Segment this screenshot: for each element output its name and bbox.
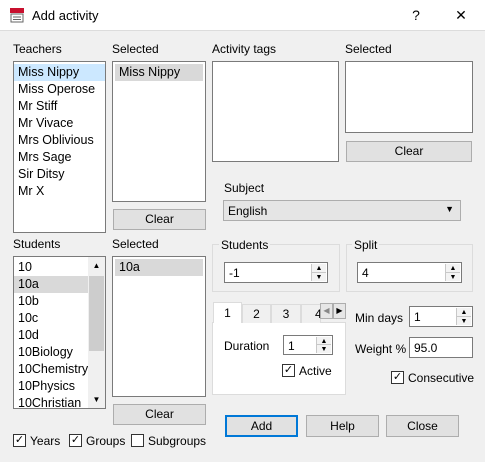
spin-up-icon[interactable]: ▲ <box>317 337 331 345</box>
teacher-list-item[interactable]: Mr Vivace <box>14 115 105 132</box>
student-list-item[interactable]: 10Chemistry <box>14 361 88 378</box>
weight-label: Weight % <box>355 342 407 356</box>
subgroups-label: Subgroups <box>148 434 207 448</box>
chevron-down-icon: ▼ <box>445 204 454 214</box>
split-value: 4 <box>362 266 369 280</box>
duration-label: Duration <box>224 339 270 353</box>
tab-4[interactable]: 4 <box>301 304 321 323</box>
years-label: Years <box>30 434 61 448</box>
help-title-button[interactable]: ? <box>396 0 436 30</box>
split-label: Split <box>352 238 380 252</box>
teacher-list-item[interactable]: Miss Nippy <box>14 64 105 81</box>
add-button[interactable]: Add <box>225 415 298 437</box>
active-label: Active <box>299 364 332 378</box>
tab-1[interactable]: 1 <box>213 302 242 323</box>
teachers-selected-label: Selected <box>112 42 159 56</box>
split-spinbox[interactable]: 4 ▲ ▼ <box>357 262 462 283</box>
teachers-list[interactable]: Miss Nippy Miss Operose Mr Stiff Mr Vivace M… <box>13 61 106 233</box>
close-window-button[interactable]: ✕ <box>441 0 481 30</box>
scroll-thumb[interactable] <box>89 276 104 351</box>
window-title: Add activity <box>32 8 99 23</box>
subgroups-checkbox[interactable] <box>131 434 144 447</box>
student-list-item[interactable]: 10Biology <box>14 344 88 361</box>
duration-spinbox[interactable]: 1 ▲ ▼ <box>283 335 333 355</box>
students-selected-label: Selected <box>112 237 159 251</box>
activity-tags-selected-label: Selected <box>345 42 392 56</box>
teacher-list-item[interactable]: Mrs Oblivious <box>14 132 105 149</box>
spin-down-icon[interactable]: ▼ <box>457 316 471 325</box>
tab-scroll-left-icon[interactable]: ◀ <box>320 303 333 319</box>
spin-down-icon[interactable]: ▼ <box>312 272 326 281</box>
min-days-spinbox[interactable]: 1 ▲ ▼ <box>409 306 473 327</box>
teachers-clear-button[interactable]: Clear <box>113 209 206 230</box>
students-count-label: Students <box>219 238 271 252</box>
consecutive-label: Consecutive <box>408 371 475 385</box>
teacher-list-item[interactable]: Mr X <box>14 183 105 200</box>
app-icon <box>9 7 25 23</box>
student-list-item[interactable]: 10c <box>14 310 88 327</box>
selected-teacher-item[interactable]: Miss Nippy <box>115 64 203 81</box>
student-list-item[interactable]: 10a <box>14 276 88 293</box>
spin-down-icon[interactable]: ▼ <box>446 272 460 281</box>
min-days-label: Min days <box>355 311 404 325</box>
students-label: Students <box>13 237 61 251</box>
teacher-list-item[interactable]: Sir Ditsy <box>14 166 105 183</box>
teachers-selected-list[interactable]: Miss Nippy <box>112 61 206 202</box>
weight-input[interactable]: 95.0 <box>409 337 473 358</box>
tab-3[interactable]: 3 <box>271 304 301 323</box>
students-selected-list[interactable]: 10a <box>112 256 206 397</box>
students-scrollbar[interactable]: ▲ ▼ <box>88 257 105 408</box>
min-days-value: 1 <box>414 310 421 324</box>
teachers-label: Teachers <box>13 42 62 56</box>
subject-value: English <box>228 204 268 218</box>
students-clear-button[interactable]: Clear <box>113 404 206 425</box>
students-count-value: -1 <box>229 266 240 280</box>
groups-checkbox[interactable]: ✓ <box>69 434 82 447</box>
teacher-list-item[interactable]: Miss Operose <box>14 81 105 98</box>
spin-up-icon[interactable]: ▲ <box>446 264 460 273</box>
help-button[interactable]: Help <box>306 415 379 437</box>
subject-label: Subject <box>224 181 265 195</box>
activity-tags-label: Activity tags <box>212 42 277 56</box>
active-checkbox[interactable]: ✓ <box>282 364 295 377</box>
groups-label: Groups <box>86 434 126 448</box>
scroll-up-icon[interactable]: ▲ <box>88 257 105 274</box>
activity-tags-clear-button[interactable]: Clear <box>346 141 472 162</box>
activity-tags-selected-list[interactable] <box>345 61 473 133</box>
duration-value: 1 <box>288 339 295 353</box>
spin-up-icon[interactable]: ▲ <box>457 308 471 317</box>
student-list-item[interactable]: 10d <box>14 327 88 344</box>
spin-down-icon[interactable]: ▼ <box>317 345 331 353</box>
consecutive-checkbox[interactable]: ✓ <box>391 371 404 384</box>
activity-tags-list[interactable] <box>212 61 339 162</box>
selected-student-item[interactable]: 10a <box>115 259 203 276</box>
students-count-spinbox[interactable]: -1 ▲ ▼ <box>224 262 328 283</box>
tab-scroll-right-icon[interactable]: ▶ <box>333 303 346 319</box>
teacher-list-item[interactable]: Mrs Sage <box>14 149 105 166</box>
students-list[interactable]: 10 10a 10b 10c 10d 10Biology 10Chemistry 10Phys… <box>13 256 106 409</box>
years-checkbox[interactable]: ✓ <box>13 434 26 447</box>
teacher-list-item[interactable]: Mr Stiff <box>14 98 105 115</box>
scroll-down-icon[interactable]: ▼ <box>88 391 105 408</box>
student-list-item[interactable]: 10 <box>14 259 88 276</box>
close-button[interactable]: Close <box>386 415 459 437</box>
weight-value: 95.0 <box>414 341 438 355</box>
student-list-item[interactable]: 10Christian <box>14 395 88 408</box>
student-list-item[interactable]: 10Physics <box>14 378 88 395</box>
spin-up-icon[interactable]: ▲ <box>312 264 326 273</box>
student-list-item[interactable]: 10b <box>14 293 88 310</box>
tab-2[interactable]: 2 <box>242 304 271 323</box>
tab-panel <box>212 322 346 395</box>
subject-select[interactable]: English ▼ <box>223 200 461 221</box>
